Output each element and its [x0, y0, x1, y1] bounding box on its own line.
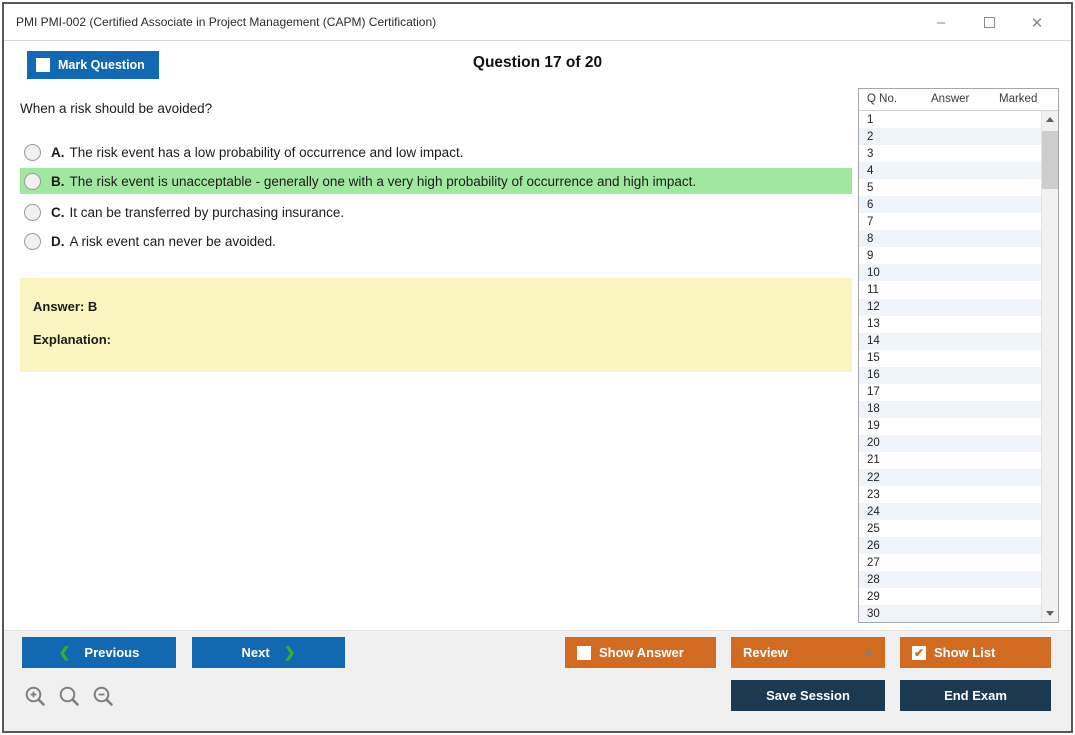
explanation-label: Explanation:: [33, 332, 112, 347]
zoom-out-icon[interactable]: [92, 685, 116, 709]
question-list-row[interactable]: 24: [859, 503, 1041, 521]
maximize-icon: [983, 17, 995, 28]
scrollbar-thumb[interactable]: [1042, 131, 1058, 189]
show-answer-button[interactable]: Show Answer: [565, 637, 716, 668]
question-list-row[interactable]: 11: [859, 281, 1041, 298]
question-list-row[interactable]: 16: [859, 366, 1041, 384]
scroll-down-icon[interactable]: [1042, 605, 1058, 622]
radio-button-c[interactable]: [24, 203, 41, 221]
option-text: The risk event is unacceptable - general…: [69, 173, 697, 189]
question-list-row[interactable]: 17: [859, 384, 1041, 401]
question-list-row[interactable]: 29: [859, 588, 1041, 605]
show-list-button[interactable]: ✔ Show List: [900, 637, 1051, 668]
question-list-body: 1 2 3 4 5 6 7 8 9 10 11 12 13 14 15 16 17 18 19 20 21 22 23 24 2…: [859, 111, 1041, 622]
question-list-row[interactable]: 20: [859, 434, 1041, 452]
column-header-marked: Marked: [999, 93, 1038, 105]
next-label: Next: [241, 645, 270, 660]
titlebar: PMI PMI-002 (Certified Associate in Proj…: [4, 4, 1071, 41]
minimize-button[interactable]: –: [925, 10, 957, 36]
question-list-row[interactable]: 12: [859, 298, 1041, 316]
close-icon: ✕: [1030, 14, 1044, 32]
radio-button-a[interactable]: [24, 143, 41, 161]
question-list-row[interactable]: 10: [859, 264, 1041, 282]
radio-button-b[interactable]: [24, 172, 41, 190]
option-row-d: D. A risk event can never be avoided.: [20, 228, 852, 254]
chevron-left-icon: ❮: [58, 644, 71, 660]
maximize-button[interactable]: [973, 10, 1005, 36]
question-list-row[interactable]: 3: [859, 145, 1041, 162]
column-header-qno: Q No.: [867, 93, 898, 105]
question-list-row[interactable]: 22: [859, 468, 1041, 487]
review-button[interactable]: Review ▲: [731, 637, 885, 668]
question-list-row[interactable]: 27: [859, 554, 1041, 571]
show-answer-label: Show Answer: [599, 645, 684, 660]
chevron-right-icon: ❯: [283, 644, 296, 660]
window-title: PMI PMI-002 (Certified Associate in Proj…: [16, 15, 437, 29]
question-list-row[interactable]: 14: [859, 332, 1041, 350]
save-session-button[interactable]: Save Session: [731, 680, 885, 711]
question-list-row[interactable]: 9: [859, 247, 1041, 264]
question-list-row[interactable]: 19: [859, 418, 1041, 435]
close-button[interactable]: ✕: [1021, 10, 1053, 36]
option-text: A risk event can never be avoided.: [69, 233, 276, 249]
zoom-reset-icon[interactable]: [58, 685, 82, 709]
option-row-a: A. The risk event has a low probability …: [20, 139, 852, 165]
option-row-c: C. It can be transferred by purchasing i…: [20, 199, 852, 225]
question-list-row[interactable]: 18: [859, 400, 1041, 418]
option-letter: D.: [51, 233, 65, 249]
question-list-row[interactable]: 2: [859, 128, 1041, 146]
question-list-panel: Q No. Answer Marked 1 2 3 4 5 6 7 8 9 10 11 12 13 14 1…: [858, 88, 1059, 623]
question-list-row[interactable]: 4: [859, 162, 1041, 180]
zoom-in-icon[interactable]: [24, 685, 48, 709]
previous-button[interactable]: ❮ Previous: [22, 637, 176, 668]
option-letter: A.: [51, 144, 65, 160]
answer-label: Answer: B: [33, 299, 98, 314]
question-list-row[interactable]: 26: [859, 537, 1041, 555]
question-text: When a risk should be avoided?: [20, 101, 213, 116]
end-exam-label: End Exam: [944, 688, 1007, 703]
column-header-answer: Answer: [931, 93, 970, 105]
scrollbar[interactable]: [1041, 111, 1058, 622]
question-list-row[interactable]: 6: [859, 196, 1041, 214]
question-list-row[interactable]: 15: [859, 350, 1041, 367]
question-list-row[interactable]: 25: [859, 520, 1041, 537]
question-list-row[interactable]: 28: [859, 571, 1041, 589]
footer-bar: ❮ Previous Next ❯ Show Answer Review ▲ ✔…: [4, 630, 1071, 731]
option-letter: C.: [51, 204, 65, 220]
question-list-row[interactable]: 1: [859, 111, 1041, 128]
question-counter: Question 17 of 20: [472, 54, 603, 71]
save-session-label: Save Session: [766, 688, 850, 703]
option-letter: B.: [51, 173, 65, 189]
question-list-row[interactable]: 30: [859, 605, 1041, 622]
answer-box: Answer: B Explanation:: [20, 278, 852, 372]
question-list-row[interactable]: 7: [859, 213, 1041, 230]
question-list-row[interactable]: 23: [859, 486, 1041, 503]
previous-label: Previous: [84, 645, 140, 660]
show-list-checkbox-icon: ✔: [912, 645, 926, 660]
subheader: Mark Question Question 17 of 20: [4, 42, 1071, 89]
radio-button-d[interactable]: [24, 232, 41, 250]
end-exam-button[interactable]: End Exam: [900, 680, 1051, 711]
next-button[interactable]: Next ❯: [192, 637, 345, 668]
option-text: It can be transferred by purchasing insu…: [69, 204, 345, 220]
review-label: Review: [743, 645, 788, 660]
option-row-b: B. The risk event is unacceptable - gene…: [20, 168, 852, 194]
option-text: The risk event has a low probability of …: [69, 144, 464, 160]
question-list-row[interactable]: 21: [859, 452, 1041, 469]
minimize-icon: –: [936, 14, 946, 31]
exam-window: PMI PMI-002 (Certified Associate in Proj…: [2, 2, 1073, 733]
scroll-up-icon[interactable]: [1042, 111, 1058, 128]
zoom-toolbar: [24, 685, 116, 709]
question-list-header: Q No. Answer Marked: [859, 89, 1058, 111]
caret-up-icon: ▲: [863, 647, 873, 658]
question-list-row[interactable]: 5: [859, 179, 1041, 196]
show-answer-checkbox-icon: [577, 645, 591, 660]
question-list-row[interactable]: 8: [859, 230, 1041, 248]
window-controls: – ✕: [925, 4, 1053, 41]
show-list-label: Show List: [934, 645, 996, 660]
question-list-row[interactable]: 13: [859, 316, 1041, 333]
